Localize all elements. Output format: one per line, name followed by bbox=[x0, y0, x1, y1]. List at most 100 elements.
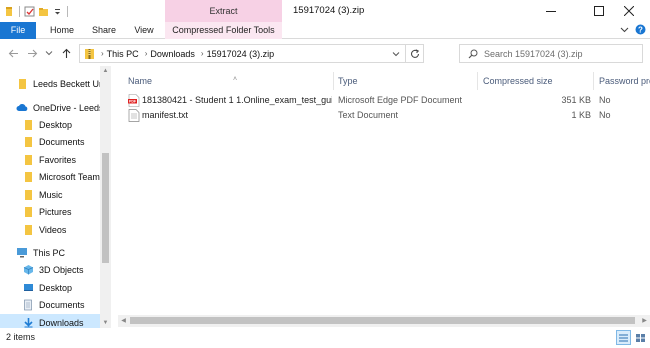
nav-pane-scrollbar-thumb[interactable] bbox=[102, 153, 109, 263]
large-icons-view-button[interactable] bbox=[633, 330, 648, 345]
breadcrumb-this-pc[interactable]: This PC bbox=[107, 49, 139, 59]
nav-item-microsoft-teams[interactable]: Microsoft Teams bbox=[22, 168, 104, 185]
tab-home[interactable]: Home bbox=[44, 22, 80, 39]
close-button[interactable] bbox=[608, 0, 650, 22]
column-divider[interactable] bbox=[477, 72, 478, 90]
column-header-password-protected[interactable]: Password prot bbox=[599, 72, 650, 90]
folder-icon bbox=[22, 206, 34, 218]
search-input[interactable] bbox=[484, 48, 634, 59]
chevron-down-icon bbox=[45, 51, 53, 56]
pdf-file-icon: PDF bbox=[128, 94, 140, 107]
file-compressed-size: 351 KB bbox=[561, 95, 591, 105]
nav-item-documents[interactable]: Documents bbox=[22, 296, 85, 313]
horizontal-scrollbar-thumb[interactable] bbox=[130, 317, 635, 324]
tab-compressed-folder-tools[interactable]: Compressed Folder Tools bbox=[165, 22, 282, 39]
breadcrumb-downloads[interactable]: Downloads bbox=[150, 49, 195, 59]
sort-ascending-icon: ˄ bbox=[233, 76, 238, 83]
refresh-button[interactable] bbox=[405, 45, 423, 62]
file-name: manifest.txt bbox=[142, 110, 189, 120]
nav-item-label: Music bbox=[39, 189, 63, 200]
nav-item-documents-onedrive[interactable]: Documents bbox=[22, 133, 85, 150]
scroll-right-arrow-icon[interactable]: ▶ bbox=[639, 316, 650, 326]
breadcrumb-chevron-icon[interactable]: › bbox=[201, 49, 204, 58]
folder-icon bbox=[22, 171, 34, 183]
nav-item-desktop[interactable]: Desktop bbox=[22, 279, 72, 296]
nav-item-desktop-onedrive[interactable]: Desktop bbox=[22, 116, 72, 133]
scroll-down-arrow-icon[interactable]: ▼ bbox=[100, 318, 111, 328]
address-history-button[interactable] bbox=[387, 45, 405, 62]
maximize-icon bbox=[594, 6, 604, 16]
table-row[interactable]: manifest.txt Text Document 1 KB No bbox=[122, 108, 650, 123]
quick-access-toolbar bbox=[4, 4, 69, 18]
tab-share[interactable]: Share bbox=[86, 22, 122, 39]
zip-folder-icon bbox=[84, 48, 95, 60]
file-type: Text Document bbox=[338, 110, 399, 120]
details-view-button[interactable] bbox=[616, 330, 631, 345]
column-header-compressed-size[interactable]: Compressed size bbox=[483, 72, 553, 90]
nav-item-this-pc[interactable]: This PC bbox=[16, 244, 65, 261]
properties-icon[interactable] bbox=[24, 6, 35, 17]
chevron-down-icon[interactable] bbox=[620, 25, 629, 36]
up-button[interactable] bbox=[60, 47, 72, 59]
new-folder-icon[interactable] bbox=[38, 6, 49, 17]
divider bbox=[19, 5, 20, 17]
nav-item-label: Leeds Beckett Uni bbox=[33, 78, 107, 89]
nav-item-pictures[interactable]: Pictures bbox=[22, 203, 72, 220]
breadcrumb-zip[interactable]: 15917024 (3).zip bbox=[207, 49, 275, 59]
nav-item-label: Desktop bbox=[39, 282, 73, 293]
folder-icon bbox=[22, 224, 34, 236]
recent-locations-button[interactable] bbox=[43, 47, 55, 59]
nav-item-3d-objects[interactable]: 3D Objects bbox=[22, 261, 84, 278]
ribbon-tabs: File Home Share View Compressed Folder T… bbox=[0, 22, 650, 39]
folder-icon bbox=[22, 154, 34, 166]
tab-view[interactable]: View bbox=[126, 22, 162, 39]
cube-icon bbox=[22, 264, 34, 276]
address-bar[interactable]: › This PC › Downloads › 15917024 (3).zip bbox=[79, 44, 424, 63]
nav-item-onedrive[interactable]: OneDrive - Leeds bbox=[16, 99, 104, 116]
arrow-left-icon bbox=[8, 49, 18, 57]
breadcrumb-chevron-icon[interactable]: › bbox=[145, 49, 148, 58]
chevron-down-icon bbox=[392, 51, 400, 56]
nav-item-leeds-beckett[interactable]: Leeds Beckett Uni bbox=[16, 75, 106, 92]
desktop-icon bbox=[22, 282, 34, 294]
extract-context-group: Extract bbox=[165, 0, 282, 22]
customize-toolbar-icon[interactable] bbox=[52, 6, 63, 17]
breadcrumb-chevron-icon: › bbox=[101, 49, 104, 58]
help-icon[interactable]: ? bbox=[635, 24, 646, 37]
tab-file[interactable]: File bbox=[0, 22, 36, 39]
svg-text:?: ? bbox=[638, 25, 643, 34]
computer-icon bbox=[16, 247, 28, 259]
nav-item-label: This PC bbox=[33, 247, 66, 258]
column-header-name[interactable]: Name ˄ bbox=[128, 72, 237, 90]
folder-icon bbox=[4, 6, 15, 17]
title-bar: Extract 15917024 (3).zip bbox=[0, 0, 650, 22]
folder-icon bbox=[16, 78, 28, 90]
file-list-horizontal-scrollbar[interactable]: ◀ ▶ bbox=[118, 315, 650, 327]
scroll-left-arrow-icon[interactable]: ◀ bbox=[118, 316, 129, 326]
back-button[interactable] bbox=[7, 47, 19, 59]
cloud-icon bbox=[16, 102, 28, 114]
column-divider[interactable] bbox=[333, 72, 334, 90]
nav-item-favorites[interactable]: Favorites bbox=[22, 151, 76, 168]
scroll-up-arrow-icon[interactable]: ▲ bbox=[100, 66, 111, 76]
file-type: Microsoft Edge PDF Document bbox=[338, 95, 463, 105]
folder-icon bbox=[22, 119, 34, 131]
file-compressed-size: 1 KB bbox=[571, 110, 591, 120]
table-row[interactable]: PDF 181380421 - Student 1 1.Online_exam_… bbox=[122, 93, 650, 108]
download-icon bbox=[22, 317, 34, 329]
large-icons-view-icon bbox=[636, 333, 645, 342]
nav-item-label: Videos bbox=[39, 224, 67, 235]
column-header-label: Name bbox=[128, 76, 153, 86]
nav-item-videos[interactable]: Videos bbox=[22, 221, 66, 238]
column-divider[interactable] bbox=[593, 72, 594, 90]
search-box[interactable] bbox=[459, 44, 643, 63]
nav-item-label: Pictures bbox=[39, 206, 72, 217]
ribbon-controls: ? bbox=[620, 24, 646, 37]
minimize-button[interactable] bbox=[530, 0, 572, 22]
arrow-up-icon bbox=[62, 48, 70, 58]
navigation-pane: Leeds Beckett Uni OneDrive - Leeds Deskt… bbox=[0, 66, 112, 331]
details-view-icon bbox=[619, 334, 628, 341]
nav-item-music[interactable]: Music bbox=[22, 186, 63, 203]
column-header-type[interactable]: Type bbox=[338, 72, 358, 90]
forward-button[interactable] bbox=[26, 47, 38, 59]
